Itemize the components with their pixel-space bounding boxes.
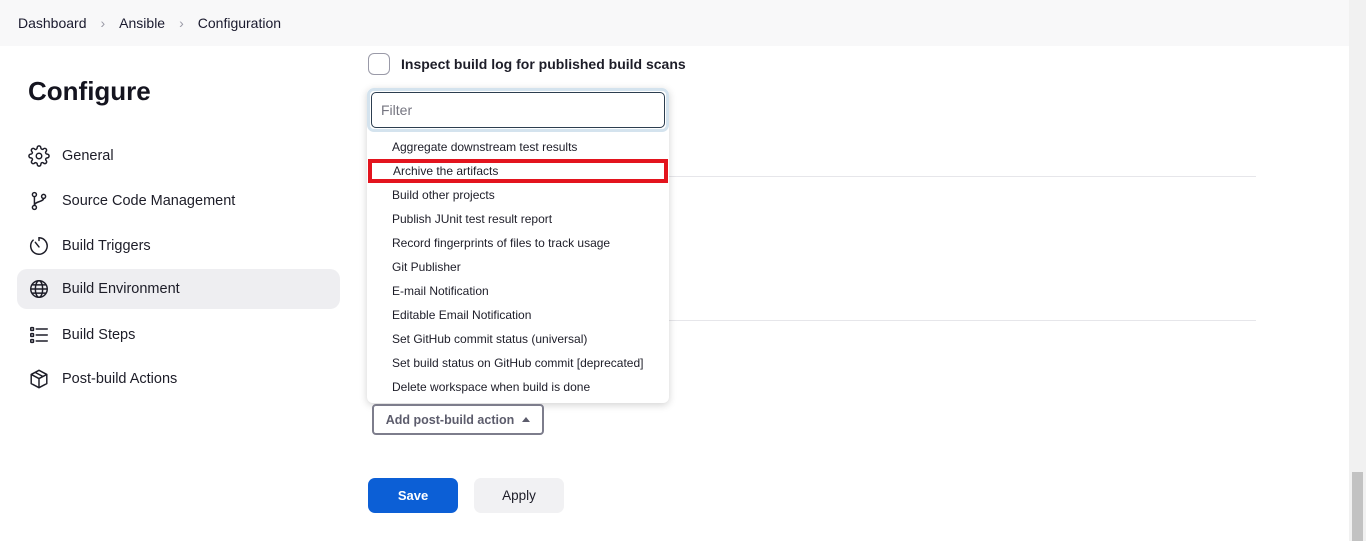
sidebar-item-label: Build Environment	[62, 281, 180, 297]
scrollbar-thumb[interactable]	[1352, 472, 1363, 541]
gear-icon	[28, 145, 50, 167]
dropdown-item[interactable]: E-mail Notification	[367, 279, 669, 303]
sidebar-item-source-code-management[interactable]: Source Code Management	[17, 181, 340, 221]
sidebar-item-build-steps[interactable]: Build Steps	[17, 315, 340, 355]
breadcrumb-configuration[interactable]: Configuration	[198, 15, 281, 31]
dropdown-item[interactable]: Record fingerprints of files to track us…	[367, 231, 669, 255]
page-title: Configure	[28, 76, 151, 106]
sidebar-item-label: Post-build Actions	[62, 371, 178, 387]
dropdown-item[interactable]: Build other projects	[367, 183, 669, 207]
vertical-scrollbar[interactable]	[1349, 0, 1366, 541]
caret-up-icon	[522, 417, 531, 422]
breadcrumb-dashboard[interactable]: Dashboard	[18, 15, 87, 31]
post-build-action-dropdown: Aggregate downstream test results Archiv…	[367, 88, 669, 403]
dropdown-item[interactable]: Editable Email Notification	[367, 303, 669, 327]
checkbox-label: Inspect build log for published build sc…	[401, 56, 686, 72]
dropdown-item[interactable]: Set build status on GitHub commit [depre…	[367, 351, 669, 375]
sidebar-item-build-environment[interactable]: Build Environment	[17, 269, 340, 309]
sidebar-item-label: Source Code Management	[62, 193, 236, 209]
package-icon	[28, 368, 50, 390]
breadcrumb: Dashboard › Ansible › Configuration	[0, 0, 1349, 46]
add-post-build-action-label: Add post-build action	[385, 412, 515, 427]
save-button[interactable]: Save	[368, 478, 458, 513]
add-post-build-action-button[interactable]: Add post-build action	[372, 404, 544, 435]
sidebar-item-general[interactable]: General	[17, 136, 340, 176]
list-icon	[28, 324, 50, 346]
dropdown-item[interactable]: Git Publisher	[367, 255, 669, 279]
sidebar-item-label: Build Triggers	[62, 238, 151, 254]
filter-focus-ring	[367, 88, 669, 132]
breadcrumb-ansible[interactable]: Ansible	[119, 15, 165, 31]
dropdown-item[interactable]: Publish JUnit test result report	[367, 207, 669, 231]
dropdown-item-archive-artifacts[interactable]: Archive the artifacts	[368, 159, 668, 183]
globe-icon	[28, 278, 50, 300]
inspect-build-log-checkbox[interactable]	[368, 53, 390, 75]
branch-icon	[28, 190, 50, 212]
sidebar-item-label: Build Steps	[62, 327, 136, 343]
sidebar-item-post-build-actions[interactable]: Post-build Actions	[17, 359, 340, 399]
dropdown-item[interactable]: Aggregate downstream test results	[367, 135, 669, 159]
sidebar-item-build-triggers[interactable]: Build Triggers	[17, 226, 340, 266]
chevron-right-icon: ›	[179, 15, 184, 31]
inspect-build-log-option: Inspect build log for published build sc…	[368, 53, 686, 75]
sidebar-item-label: General	[62, 148, 114, 164]
chevron-right-icon: ›	[100, 15, 106, 31]
dropdown-item[interactable]: Set GitHub commit status (universal)	[367, 327, 669, 351]
clock-icon	[28, 235, 50, 257]
apply-button[interactable]: Apply	[474, 478, 564, 513]
dropdown-item[interactable]: Delete workspace when build is done	[367, 375, 669, 399]
filter-input[interactable]	[371, 92, 665, 128]
